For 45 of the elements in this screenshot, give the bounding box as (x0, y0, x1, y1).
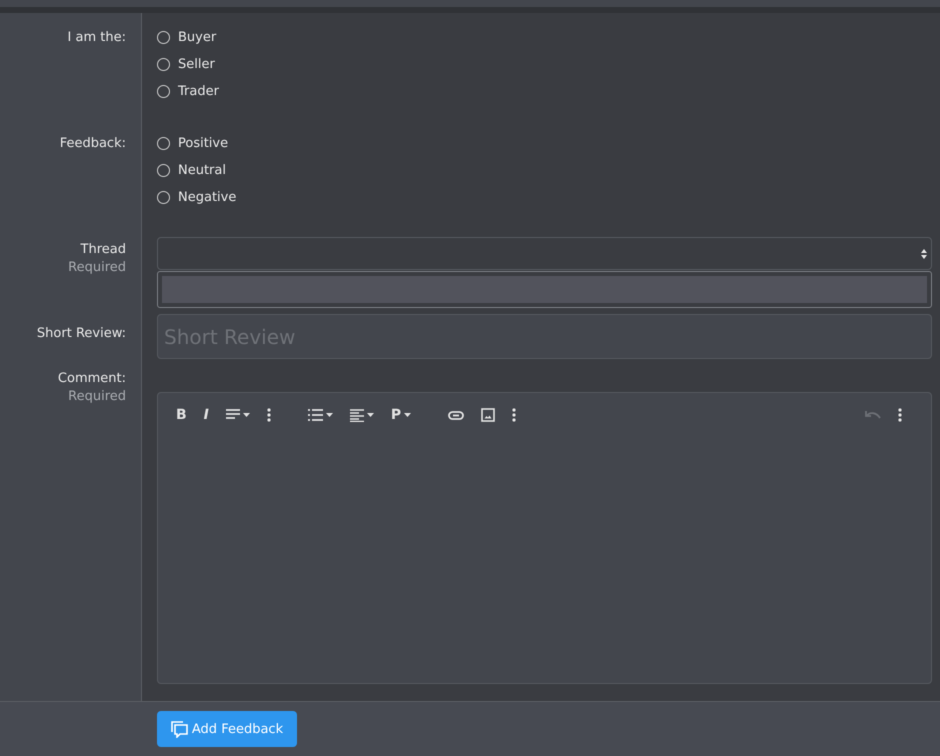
toolbar-button[interactable] (898, 408, 902, 422)
toolbar-button[interactable] (350, 408, 374, 422)
required-hint: Required (68, 260, 126, 275)
radio-option[interactable]: Seller (157, 57, 215, 72)
align-left-icon (350, 408, 364, 422)
field-label: Feedback: (60, 136, 126, 151)
caret-icon (404, 413, 412, 418)
caret-icon (242, 413, 250, 418)
toolbar-button[interactable] (308, 409, 333, 422)
radio-button[interactable] (157, 85, 170, 98)
more-icon (512, 408, 516, 422)
more-icon (898, 408, 902, 422)
required-hint: Required (68, 389, 126, 404)
caret-icon (326, 413, 333, 418)
more-icon (266, 408, 271, 422)
radio-option[interactable]: Trader (157, 84, 219, 99)
link-icon (448, 410, 464, 420)
toolbar-button[interactable]: B (176, 407, 187, 424)
comment-editor[interactable]: B I P (157, 392, 932, 684)
radio-button[interactable] (157, 164, 170, 177)
radio-button[interactable] (157, 58, 170, 71)
list-icon (308, 409, 323, 422)
radio-option[interactable]: Negative (157, 190, 236, 205)
radio-option[interactable]: Positive (157, 136, 228, 151)
image-icon (481, 408, 496, 422)
radio-option[interactable]: Buyer (157, 30, 216, 45)
undo-icon (865, 410, 881, 420)
field-label: Thread (80, 242, 126, 257)
toolbar-button[interactable] (266, 408, 271, 422)
field-label: Comment: (58, 371, 126, 386)
radio-button[interactable] (157, 31, 170, 44)
field-label: Short Review: (36, 326, 126, 342)
toolbar-button[interactable]: P (390, 407, 412, 424)
comments-icon (170, 720, 188, 738)
paragraph-icon (226, 409, 240, 422)
radio-button[interactable] (157, 136, 170, 150)
dropdown-search-field[interactable] (162, 276, 927, 303)
radio-button[interactable] (157, 190, 170, 204)
sort-caret-icon (921, 248, 927, 259)
toolbar-button[interactable]: I (204, 407, 209, 424)
field-label: I am the: (68, 30, 126, 45)
caret-icon (366, 413, 374, 418)
radio-option[interactable]: Neutral (157, 162, 226, 178)
toolbar-button[interactable] (226, 409, 250, 422)
toolbar-button[interactable] (512, 408, 516, 422)
